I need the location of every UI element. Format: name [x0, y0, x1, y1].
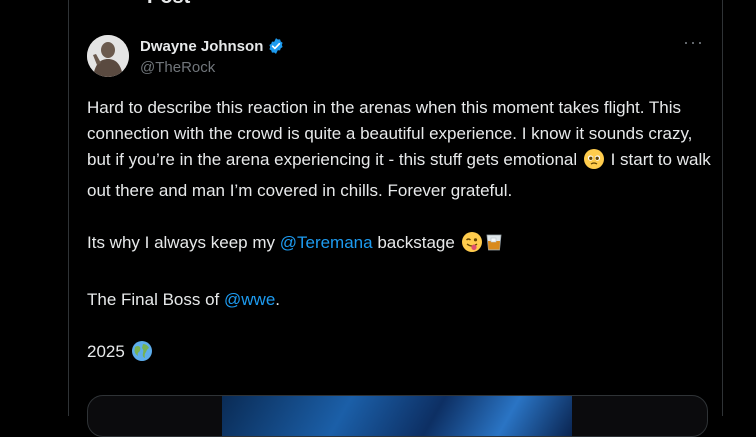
- mention-teremana-link[interactable]: @Teremana: [280, 233, 373, 252]
- post-paragraph-2-pre: Its why I always keep my: [87, 233, 280, 252]
- tumbler-glass-emoji-icon: [485, 231, 503, 261]
- post-paragraph-3: The Final Boss of @wwe.: [87, 287, 712, 313]
- avatar[interactable]: [87, 35, 129, 77]
- arrow-left-icon[interactable]: ←: [91, 0, 109, 5]
- globe-emoji-icon: [131, 340, 153, 370]
- mention-wwe-link[interactable]: @wwe: [224, 290, 275, 309]
- media-image[interactable]: [222, 396, 572, 436]
- author-handle[interactable]: @TheRock: [140, 59, 215, 76]
- author-name[interactable]: Dwayne Johnson: [140, 38, 263, 55]
- page-title: Post: [147, 0, 190, 9]
- post-paragraph-3-post: .: [275, 290, 281, 309]
- post-header: ← Post: [69, 0, 722, 9]
- more-options-icon[interactable]: ···: [683, 32, 704, 53]
- verified-badge-icon: [269, 38, 283, 54]
- post-media[interactable]: [87, 395, 708, 437]
- post-text: Hard to describe this reaction in the ar…: [87, 95, 712, 370]
- avatar-image: [87, 35, 129, 77]
- winking-tongue-emoji-icon: [461, 231, 483, 261]
- post-paragraph-2-post: backstage: [372, 233, 460, 252]
- post-paragraph-4: 2025: [87, 339, 712, 370]
- post-paragraph-2: Its why I always keep my @Teremana backs…: [87, 230, 712, 261]
- post-paragraph-1: Hard to describe this reaction in the ar…: [87, 95, 712, 204]
- post-column: ← Post Dwayne Johnson @TheRock ··· Hard …: [68, 0, 723, 437]
- post-paragraph-4-text: 2025: [87, 342, 130, 361]
- post-paragraph-3-pre: The Final Boss of: [87, 290, 225, 309]
- author-name-row[interactable]: Dwayne Johnson: [140, 37, 285, 55]
- pleading-face-emoji-icon: [583, 148, 605, 178]
